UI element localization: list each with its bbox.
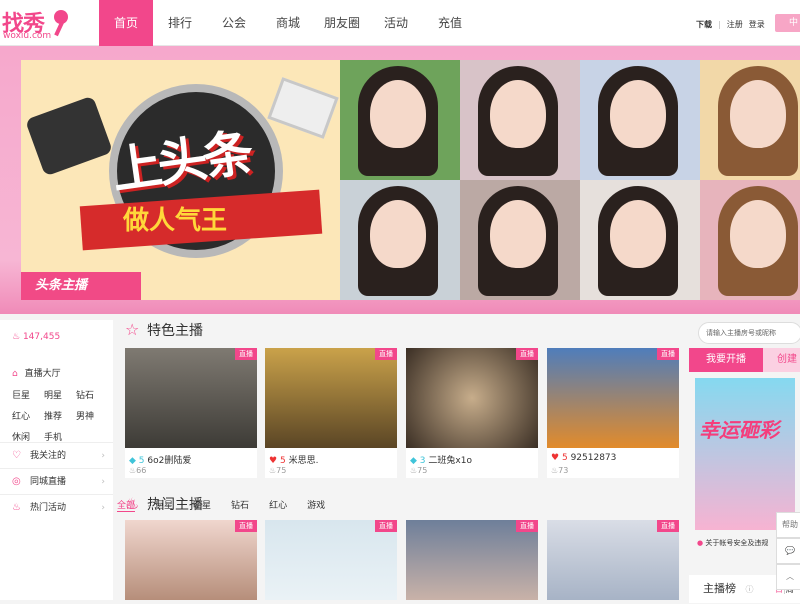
- anchor-photo[interactable]: [460, 180, 580, 300]
- sidebar-events[interactable]: ♨ 热门活动 ›: [0, 494, 113, 520]
- download-link[interactable]: 下载: [696, 20, 712, 29]
- anchor-card[interactable]: 直播 ◆ 3 二班兔x1o ♨75: [406, 348, 538, 478]
- tab-diamond[interactable]: 钻石: [231, 498, 249, 512]
- logo-domain: woxiu.com: [3, 31, 52, 41]
- sidebar-following[interactable]: ♡ 我关注的 ›: [0, 442, 113, 468]
- flame-icon: ♨: [12, 332, 21, 342]
- top-button[interactable]: 中: [775, 14, 800, 32]
- anchor-photo[interactable]: [460, 60, 580, 180]
- diamond-icon: ◆: [410, 456, 417, 466]
- nav-ranking[interactable]: 排行: [153, 0, 207, 46]
- anchor-card[interactable]: 直播: [547, 520, 679, 600]
- nav-recharge[interactable]: 充值: [423, 0, 477, 46]
- sidebar-nearby[interactable]: ◎ 同城直播 ›: [0, 468, 113, 494]
- heart-icon: ♥: [269, 456, 278, 466]
- tab-star[interactable]: 明星: [193, 498, 211, 512]
- login-link[interactable]: 登录: [749, 20, 765, 29]
- nav-guild[interactable]: 公会: [207, 0, 261, 46]
- featured-title: ☆ 特色主播: [125, 320, 203, 339]
- phone-icon: [267, 77, 339, 139]
- main-nav: 首页 排行 公会 商城 朋友圈 活动 充值: [99, 0, 477, 46]
- anchor-card[interactable]: 直播: [265, 520, 397, 600]
- anchor-card[interactable]: 直播 ◆ 5 6o2删陆爱 ♨66: [125, 348, 257, 478]
- help-button[interactable]: 帮助: [776, 512, 800, 538]
- promo-banner[interactable]: 上头条 做人气王 头条主播: [21, 60, 341, 300]
- category-item[interactable]: 明星: [44, 388, 76, 401]
- anchor-photo[interactable]: [700, 180, 800, 300]
- online-count: ♨ 147,455: [12, 332, 61, 342]
- category-item[interactable]: 钻石: [76, 388, 108, 401]
- back-to-top-icon[interactable]: ︿: [776, 564, 800, 590]
- anchor-photo[interactable]: [340, 60, 460, 180]
- hot-tabs: 全部 巨星 明星 钻石 红心 游戏: [117, 498, 345, 512]
- nav-mall[interactable]: 商城: [261, 0, 315, 46]
- anchor-photo[interactable]: [700, 60, 800, 180]
- home-icon: ⌂: [12, 369, 18, 379]
- category-item[interactable]: 红心: [12, 409, 44, 422]
- dot-icon: ●: [697, 539, 704, 547]
- tab-game[interactable]: 游戏: [307, 498, 325, 512]
- sidebar: ♨ 147,455 ⌂ 直播大厅 巨星 明星 钻石 红心 推荐 男神 休闲 手机…: [0, 320, 113, 600]
- category-item[interactable]: 推荐: [44, 409, 76, 422]
- anchor-card[interactable]: 直播: [406, 520, 538, 600]
- help-icon[interactable]: ⓘ: [746, 585, 754, 594]
- flame-icon: ♨: [12, 502, 21, 513]
- notice-item[interactable]: ● 关于帐号安全及违规: [697, 538, 768, 548]
- card-thumbnail: [406, 520, 538, 600]
- ad-text: 幸运砸彩: [699, 418, 779, 442]
- card-thumbnail: [406, 348, 538, 448]
- anchor-card[interactable]: 直播 ♥ 5 92512873 ♨73: [547, 348, 679, 478]
- promo-subtitle: 做人气王: [123, 206, 228, 236]
- anchor-card[interactable]: 直播: [125, 520, 257, 600]
- tab-heart[interactable]: 红心: [269, 498, 287, 512]
- nav-moments[interactable]: 朋友圈: [315, 0, 369, 46]
- tab-superstar[interactable]: 巨星: [155, 498, 173, 512]
- card-thumbnail: [265, 348, 397, 448]
- tab-all[interactable]: 全部: [117, 498, 136, 512]
- nav-home[interactable]: 首页: [99, 0, 153, 46]
- category-item[interactable]: 巨星: [12, 388, 44, 401]
- register-link[interactable]: 注册: [727, 20, 743, 29]
- banner: 上头条 做人气王 头条主播: [0, 46, 800, 314]
- anchor-photo[interactable]: [580, 180, 700, 300]
- card-thumbnail: [265, 520, 397, 600]
- diamond-icon: ◆: [129, 456, 136, 466]
- camera-icon: [24, 95, 114, 177]
- category-grid: 巨星 明星 钻石 红心 推荐 男神 休闲 手机: [12, 388, 108, 443]
- top-links: 下载 | 注册 登录: [696, 20, 765, 29]
- promo-label: 头条主播: [21, 272, 141, 300]
- search-input[interactable]: 请输入主播房号或昵称: [698, 322, 800, 344]
- nav-events[interactable]: 活动: [369, 0, 423, 46]
- start-live-button[interactable]: 我要开播: [689, 348, 763, 372]
- create-button[interactable]: 创建: [763, 348, 800, 372]
- heart-icon: ♡: [12, 450, 21, 461]
- card-thumbnail: [125, 348, 257, 448]
- anchor-card[interactable]: 直播 ♥ 5 米思思. ♨75: [265, 348, 397, 478]
- heart-icon: ♥: [551, 453, 560, 463]
- star-icon: ☆: [125, 320, 140, 339]
- anchor-photo[interactable]: [580, 60, 700, 180]
- anchor-photo-grid: [340, 60, 800, 300]
- card-thumbnail: [547, 348, 679, 448]
- top-bar: 找秀 woxiu.com 首页 排行 公会 商城 朋友圈 活动 充值 下载 | 注册…: [0, 0, 800, 46]
- anchor-photo[interactable]: [340, 180, 460, 300]
- chat-icon[interactable]: 💬: [776, 538, 800, 564]
- logo[interactable]: 找秀 woxiu.com: [0, 6, 90, 42]
- card-thumbnail: [547, 520, 679, 600]
- main-content: ☆ 特色主播 直播 ◆ 5 6o2删陆爱 ♨66 直播 ♥ 5 米思思. ♨75…: [113, 314, 685, 600]
- location-icon: ◎: [12, 476, 21, 487]
- ad-banner[interactable]: 幸运砸彩: [695, 378, 795, 530]
- category-item[interactable]: 男神: [76, 409, 108, 422]
- sidebar-hall[interactable]: ⌂ 直播大厅: [12, 366, 61, 379]
- card-thumbnail: [125, 520, 257, 600]
